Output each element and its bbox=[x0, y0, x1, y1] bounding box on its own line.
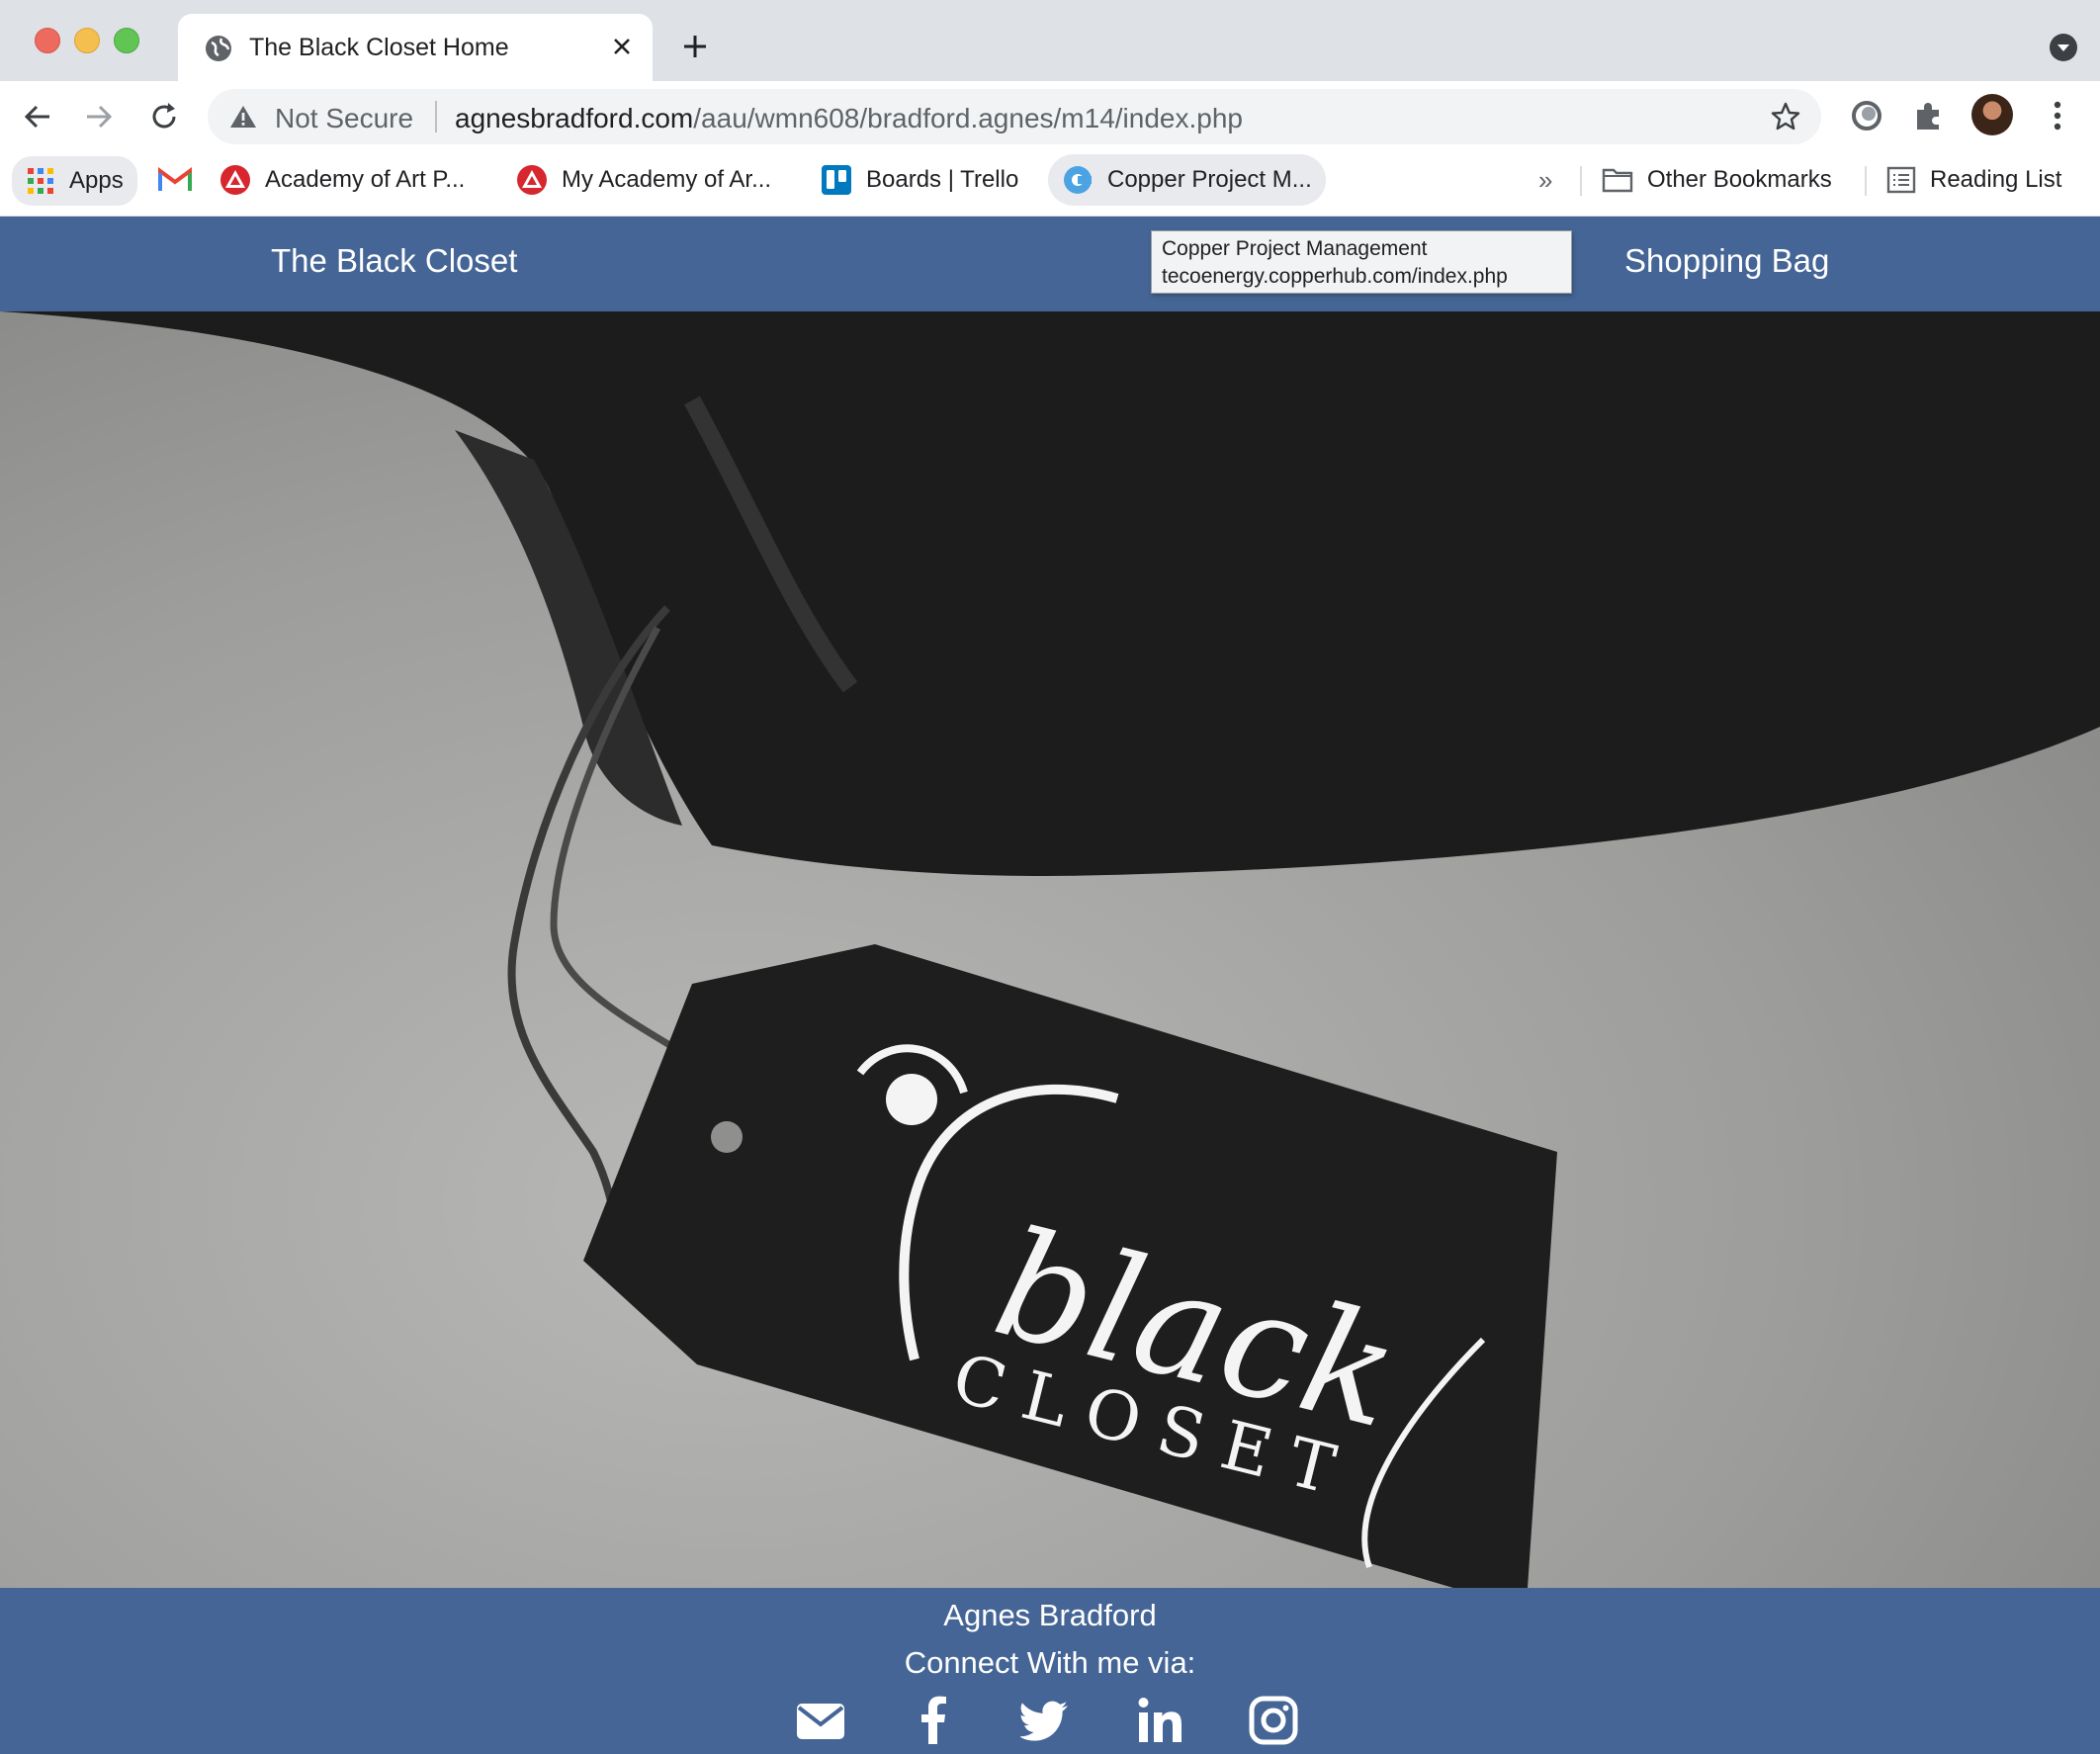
nav-link-shopping-bag[interactable]: Shopping Bag bbox=[1624, 242, 1829, 280]
copper-icon bbox=[1064, 166, 1092, 194]
forward-icon[interactable] bbox=[81, 99, 117, 134]
bookmark-label: Apps bbox=[69, 167, 124, 194]
footer-author-name: Agnes Bradford bbox=[943, 1598, 1157, 1632]
globe-icon bbox=[206, 36, 231, 61]
warning-icon[interactable] bbox=[229, 104, 257, 130]
hero-image: black CLOSET bbox=[0, 311, 2100, 1588]
apps-grid-icon bbox=[28, 168, 53, 194]
black-closet-tag-photo: black CLOSET bbox=[0, 311, 2100, 1588]
extensions-puzzle-icon[interactable] bbox=[1911, 98, 1947, 133]
extension-circle-icon[interactable] bbox=[1849, 98, 1884, 133]
browser-tab-strip: The Black Closet Home bbox=[0, 0, 2100, 81]
bookmark-apps[interactable]: Apps bbox=[12, 156, 137, 206]
bookmarks-overflow-button[interactable]: » bbox=[1538, 152, 1552, 208]
web-page: The Black Closet re Shopping Bag Copper … bbox=[0, 217, 2100, 1754]
not-secure-label[interactable]: Not Secure bbox=[275, 103, 413, 134]
back-icon[interactable] bbox=[20, 99, 55, 134]
bookmark-label: Copper Project M... bbox=[1107, 166, 1312, 193]
tab-title: The Black Closet Home bbox=[249, 34, 509, 61]
reload-icon[interactable] bbox=[146, 99, 182, 134]
close-window-button[interactable] bbox=[35, 28, 60, 53]
active-tab[interactable]: The Black Closet Home bbox=[178, 14, 653, 81]
tab-search-icon[interactable] bbox=[2049, 33, 2078, 62]
browser-toolbar: Not Secure agnesbradford.com/aau/wmn608/… bbox=[0, 81, 2100, 152]
other-bookmarks[interactable]: Other Bookmarks bbox=[1602, 152, 1832, 208]
omnibox-divider bbox=[435, 101, 437, 132]
footer-connect-text: Connect With me via: bbox=[904, 1645, 1196, 1680]
email-icon[interactable] bbox=[795, 1695, 846, 1746]
bookmark-copper[interactable]: Copper Project M... bbox=[1048, 154, 1326, 206]
bookmark-academy-of-art[interactable]: Academy of Art P... bbox=[219, 152, 465, 208]
zoom-window-button[interactable] bbox=[114, 28, 139, 53]
reading-list[interactable]: Reading List bbox=[1886, 152, 2061, 208]
url-text[interactable]: agnesbradford.com/aau/wmn608/bradford.ag… bbox=[455, 103, 1243, 134]
bookmark-label: Boards | Trello bbox=[866, 166, 1019, 193]
new-tab-icon[interactable] bbox=[680, 32, 710, 61]
close-tab-icon[interactable] bbox=[609, 34, 635, 59]
bookmark-trello[interactable]: Boards | Trello bbox=[821, 152, 1018, 208]
academy-of-art-icon bbox=[220, 165, 250, 195]
reading-list-label: Reading List bbox=[1930, 166, 2062, 193]
folder-icon bbox=[1602, 168, 1633, 193]
bookmark-star-icon[interactable] bbox=[1770, 101, 1801, 132]
bookmark-gmail[interactable] bbox=[158, 152, 206, 208]
site-brand-link[interactable]: The Black Closet bbox=[271, 242, 517, 280]
bookmarks-divider bbox=[1580, 166, 1582, 196]
tooltip-url: tecoenergy.copperhub.com/index.php bbox=[1162, 265, 1508, 288]
bookmark-my-academy-of-art[interactable]: My Academy of Ar... bbox=[516, 152, 771, 208]
instagram-icon[interactable] bbox=[1248, 1695, 1299, 1746]
other-bookmarks-label: Other Bookmarks bbox=[1647, 166, 1832, 193]
bookmarks-bar: Apps Academy of Art P... My Academy of A… bbox=[0, 152, 2100, 217]
bookmark-label: My Academy of Ar... bbox=[562, 166, 772, 193]
browser-menu-icon[interactable] bbox=[2043, 98, 2072, 133]
site-footer: Agnes Bradford Connect With me via: bbox=[0, 1588, 2100, 1754]
site-navbar: The Black Closet re Shopping Bag Copper … bbox=[0, 217, 2100, 311]
minimize-window-button[interactable] bbox=[74, 28, 100, 53]
reading-list-icon bbox=[1886, 166, 1916, 194]
trello-icon bbox=[822, 165, 851, 195]
bookmark-tooltip: Copper Project Management tecoenergy.cop… bbox=[1151, 230, 1572, 294]
academy-of-art-icon bbox=[517, 165, 547, 195]
facebook-icon[interactable] bbox=[908, 1695, 959, 1746]
bookmarks-divider bbox=[1865, 166, 1867, 196]
url-host: agnesbradford.com bbox=[455, 103, 694, 133]
twitter-icon[interactable] bbox=[1020, 1695, 1072, 1746]
tooltip-title: Copper Project Management bbox=[1162, 237, 1428, 260]
url-path: /aau/wmn608/bradford.agnes/m14/index.php bbox=[693, 103, 1243, 133]
profile-avatar[interactable] bbox=[1971, 94, 2013, 135]
address-bar[interactable]: Not Secure agnesbradford.com/aau/wmn608/… bbox=[208, 89, 1821, 144]
bookmark-label: Academy of Art P... bbox=[265, 166, 466, 193]
gmail-icon bbox=[158, 167, 192, 191]
linkedin-icon[interactable] bbox=[1135, 1695, 1186, 1746]
